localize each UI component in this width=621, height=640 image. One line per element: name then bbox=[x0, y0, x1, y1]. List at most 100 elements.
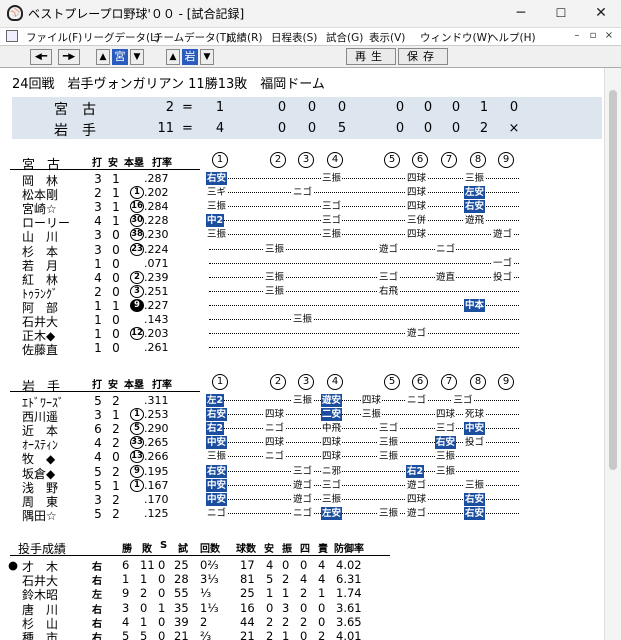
home-batting-section: 岩手打安本塁 打率 1 2 3 4 5 6 7 8 9 ｴﾄﾞﾜｰｽﾞ 5 2.311 左2 三振 遊安 四球 ニゴ… bbox=[4, 374, 604, 536]
throwing-hand: 右 bbox=[92, 633, 102, 640]
pitching-w: 9 bbox=[122, 586, 130, 601]
batting-average: .239 bbox=[144, 270, 169, 284]
hits: 1 bbox=[112, 408, 120, 423]
close-button[interactable]: ✕ bbox=[581, 0, 621, 28]
pitching-ip: 0⅔ bbox=[200, 558, 219, 572]
home-batting-team-label: 岩手 bbox=[22, 380, 73, 395]
prev-game-button[interactable]: ◀━ bbox=[30, 49, 52, 65]
away-inning-3: 0 bbox=[307, 100, 317, 115]
pitching-er: 2 bbox=[318, 629, 326, 640]
home-team-name: 岩手 bbox=[54, 123, 110, 139]
document-icon[interactable] bbox=[6, 30, 18, 42]
pitching-er: 1 bbox=[318, 586, 326, 601]
at-bat-result: 三ゴ bbox=[378, 422, 400, 436]
at-bat-result: 三振 bbox=[206, 228, 228, 242]
hits: 0 bbox=[112, 284, 120, 299]
at-bat-result: 三ゴ bbox=[452, 394, 474, 407]
home-batting-row: 坂倉◆ 5 2 9.195 右安 三ゴ ニ邪 右2 三振 bbox=[4, 464, 604, 481]
at-bat-result: 右安 bbox=[464, 492, 486, 506]
menu-view[interactable]: 表示(V) bbox=[369, 30, 405, 45]
at-bats: 5 bbox=[94, 478, 102, 493]
at-bat-result: 三振 bbox=[435, 464, 457, 478]
menu-schedule[interactable]: 日程表(S) bbox=[271, 30, 317, 45]
away-batting-row: 正木◆ 1 0 12.203 遊ゴ bbox=[4, 327, 604, 343]
hits: 1 bbox=[112, 478, 120, 493]
at-bats: 3 bbox=[94, 408, 102, 423]
pitching-col-header: 敗 bbox=[142, 544, 152, 555]
pitcher-name[interactable]: 種 市 bbox=[22, 629, 58, 640]
pitching-k: 2 bbox=[282, 572, 290, 587]
at-bats: 4 bbox=[94, 450, 102, 465]
player-name[interactable]: 佐藤直 bbox=[22, 341, 70, 358]
minimize-button[interactable]: ─ bbox=[501, 0, 541, 28]
pitching-h: 4 bbox=[266, 558, 274, 572]
inning-number-7: 7 bbox=[441, 152, 457, 168]
team1-down-button[interactable]: ▼ bbox=[130, 49, 144, 65]
menu-league-data[interactable]: リーグデータ(L) bbox=[83, 30, 160, 45]
replay-button[interactable]: 再生 bbox=[346, 48, 396, 65]
pitching-col-header: 防御率 bbox=[334, 544, 364, 555]
mdi-close-button[interactable]: × bbox=[602, 29, 616, 44]
loss-mark: ● bbox=[8, 558, 19, 572]
menu-file[interactable]: ファイル(F) bbox=[26, 30, 82, 45]
at-bat-result: 右飛 bbox=[378, 284, 400, 298]
inning-number-1: 1 bbox=[212, 374, 228, 390]
team2-up-button[interactable]: ▲ bbox=[166, 49, 180, 65]
at-bat-result: 投ゴ bbox=[464, 436, 486, 450]
maximize-button[interactable]: ☐ bbox=[541, 0, 581, 28]
at-bat-result: 三振 bbox=[378, 436, 400, 450]
at-bat-result: 遊飛 bbox=[464, 214, 486, 228]
at-bats: 5 bbox=[94, 464, 102, 479]
pitching-era: 4.01 bbox=[336, 629, 362, 640]
scrollbar-thumb[interactable] bbox=[609, 90, 617, 470]
at-bat-result: 四球 bbox=[435, 408, 457, 422]
inning-number-4: 4 bbox=[327, 152, 343, 168]
save-button[interactable]: 保存 bbox=[398, 48, 448, 65]
team1-up-button[interactable]: ▲ bbox=[96, 49, 110, 65]
mdi-restore-button[interactable]: ▫ bbox=[586, 29, 600, 44]
menu-team-data[interactable]: チームデータ(T) bbox=[153, 30, 230, 45]
pitching-col-header: 試 bbox=[178, 544, 188, 555]
mdi-minimize-button[interactable]: – bbox=[570, 29, 584, 44]
at-bats: 3 bbox=[94, 228, 102, 243]
at-bat-result: 二安 bbox=[321, 408, 343, 422]
batting-average: .261 bbox=[144, 341, 169, 355]
home-run-count: 38 bbox=[130, 228, 144, 242]
throwing-hand: 左 bbox=[92, 590, 102, 602]
at-bat-result: 遊ゴ bbox=[492, 228, 514, 242]
menu-window[interactable]: ウィンドウ(W) bbox=[420, 30, 491, 45]
at-bat-result: 遊ゴ bbox=[292, 492, 314, 506]
menu-help[interactable]: ヘルプ(H) bbox=[488, 30, 536, 45]
at-bat-result: 右安 bbox=[206, 172, 228, 185]
hits: 0 bbox=[112, 450, 120, 465]
pitching-col-header: 安 bbox=[264, 544, 274, 555]
hits: 2 bbox=[112, 422, 120, 437]
at-bat-result: 三振 bbox=[464, 172, 486, 185]
pitching-w: 4 bbox=[122, 614, 130, 629]
menu-game[interactable]: 試合(G) bbox=[326, 30, 363, 45]
home-batting-row: 近 本 6 2 5.290 右2 ニゴ 中飛 三ゴ 三ゴ 中安 bbox=[4, 422, 604, 438]
at-bat-result: 中安 bbox=[206, 478, 228, 492]
team2-down-button[interactable]: ▼ bbox=[200, 49, 214, 65]
pitching-ip: 3⅓ bbox=[200, 572, 219, 587]
at-bat-result: 四球 bbox=[406, 172, 428, 185]
pitching-pc: 44 bbox=[240, 614, 255, 629]
col-home-runs: 本塁 bbox=[124, 380, 144, 391]
pitching-h: 0 bbox=[266, 600, 274, 615]
menu-records[interactable]: 成績(R) bbox=[226, 30, 263, 45]
pitching-s: 0 bbox=[158, 629, 166, 640]
at-bats: 1 bbox=[94, 341, 102, 356]
throwing-hand: 右 bbox=[92, 604, 102, 616]
pitching-era: 3.61 bbox=[336, 600, 362, 615]
player-name[interactable]: 隅田☆ bbox=[22, 507, 70, 524]
inning-number-2: 2 bbox=[270, 374, 286, 390]
batting-average: .227 bbox=[144, 298, 169, 312]
vertical-scrollbar[interactable] bbox=[604, 68, 621, 640]
next-game-button[interactable]: ━▶ bbox=[58, 49, 80, 65]
hits: 2 bbox=[112, 394, 120, 408]
home-runs: 11 bbox=[157, 121, 174, 136]
away-batting-row: 岡 林 3 1.287 右安 三振 四球 三振 bbox=[4, 172, 604, 188]
col-at-bats: 打 bbox=[92, 158, 102, 169]
at-bat-result: 遊直 bbox=[435, 270, 457, 284]
pitching-l: 2 bbox=[140, 586, 148, 601]
